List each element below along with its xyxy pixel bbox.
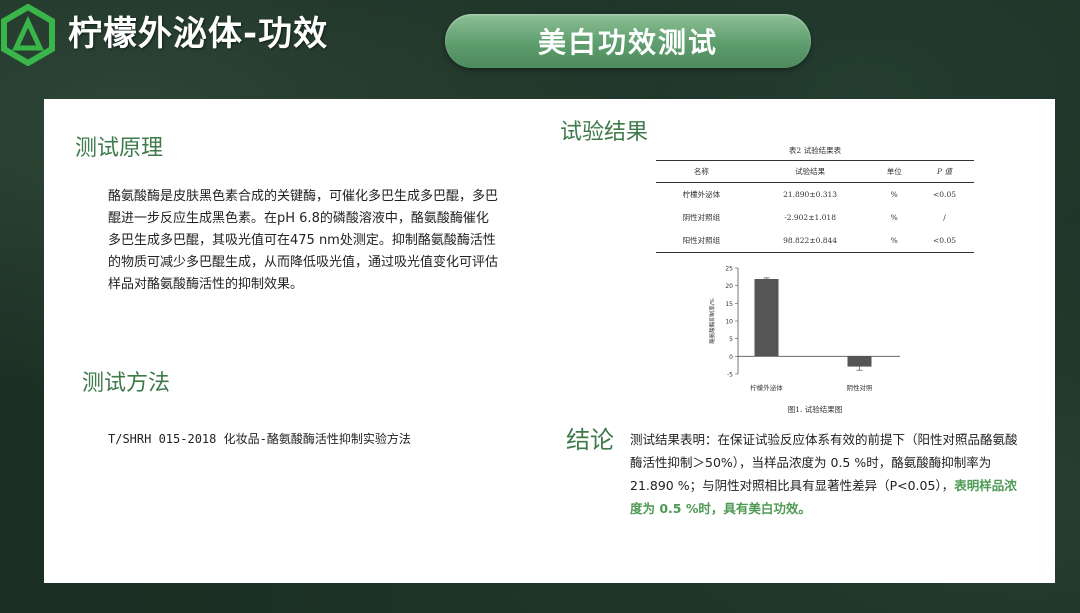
table-cell: 21.890±0.313 — [783, 190, 838, 199]
conclusion-heading: 结论 — [566, 426, 614, 454]
x-tick-label: 柠檬外泌体 — [750, 383, 783, 392]
table-row: 阳性对照组 98.822±0.844 % <0.05 — [656, 229, 974, 253]
results-heading: 试验结果 — [560, 120, 649, 145]
y-axis-label: 酪氨酸酶抑制率/% — [708, 298, 716, 344]
section-pill: 美白功效测试 — [445, 14, 811, 68]
table-cell: / — [943, 213, 946, 222]
table-header-row: 名称 试验结果 单位 P 值 — [656, 160, 974, 183]
principle-text: 酪氨酸酶是皮肤黑色素合成的关键酶，可催化多巴生成多巴醌，多巴醌进一步反应生成黑色… — [108, 189, 499, 292]
table-caption: 表2 试验结果表 — [788, 146, 842, 155]
brand-logo — [1, 4, 55, 66]
table-cell: -2.902±1.018 — [784, 213, 836, 222]
table-cell: <0.05 — [914, 229, 974, 253]
table-cell: % — [890, 213, 898, 222]
col-header-result: 试验结果 — [746, 160, 874, 183]
col-header-p: P 值 — [914, 160, 974, 183]
bar — [847, 356, 872, 367]
table-cell: 柠檬外泌体 — [682, 190, 721, 199]
principle-heading: 测试原理 — [75, 136, 164, 161]
table-cell: 98.822±0.844 — [746, 229, 874, 253]
table-row: 阴性对照组 -2.902±1.018 % / — [656, 206, 974, 229]
results-table: 名称 试验结果 单位 P 值 柠檬外泌体 21.890±0.313 % <0.0… — [656, 160, 974, 253]
conclusion-text: 测试结果表明：在保证试验反应体系有效的前提下（阳性对照品酪氨酸酶活性抑制＞50%… — [630, 428, 1025, 520]
y-tick-label: 20 — [725, 283, 733, 290]
page-title: 柠檬外泌体-功效 — [68, 14, 329, 54]
table-cell: 阳性对照组 — [656, 229, 747, 253]
y-tick-label: 5 — [729, 336, 733, 343]
table-cell: <0.05 — [933, 190, 956, 199]
table-row: 柠檬外泌体 21.890±0.313 % <0.05 — [656, 183, 974, 207]
y-tick-label: 15 — [725, 301, 733, 308]
y-tick-label: 0 — [729, 354, 733, 361]
col-header-name: 名称 — [656, 160, 747, 183]
y-tick-label: -5 — [727, 372, 733, 379]
col-header-unit: 单位 — [873, 160, 915, 183]
method-heading: 测试方法 — [82, 371, 171, 396]
results-bar-chart: -5 0 5 10 15 20 25 酪氨酸酶抑制率/% 柠檬外泌体 阴性对照 — [708, 266, 900, 392]
table-cell: % — [890, 190, 898, 199]
y-tick-label: 10 — [725, 319, 733, 326]
bar — [754, 278, 779, 357]
table-cell: 阴性对照组 — [682, 213, 721, 222]
section-pill-label: 美白功效测试 — [537, 26, 718, 59]
chart-caption: 图1. 试验结果图 — [787, 405, 843, 414]
table-cell: % — [873, 229, 915, 253]
method-text: T/SHRH 015-2018 化妆品-酪氨酸酶活性抑制实验方法 — [108, 432, 411, 446]
y-tick-label: 25 — [725, 266, 733, 273]
x-tick-label: 阴性对照 — [847, 383, 874, 392]
